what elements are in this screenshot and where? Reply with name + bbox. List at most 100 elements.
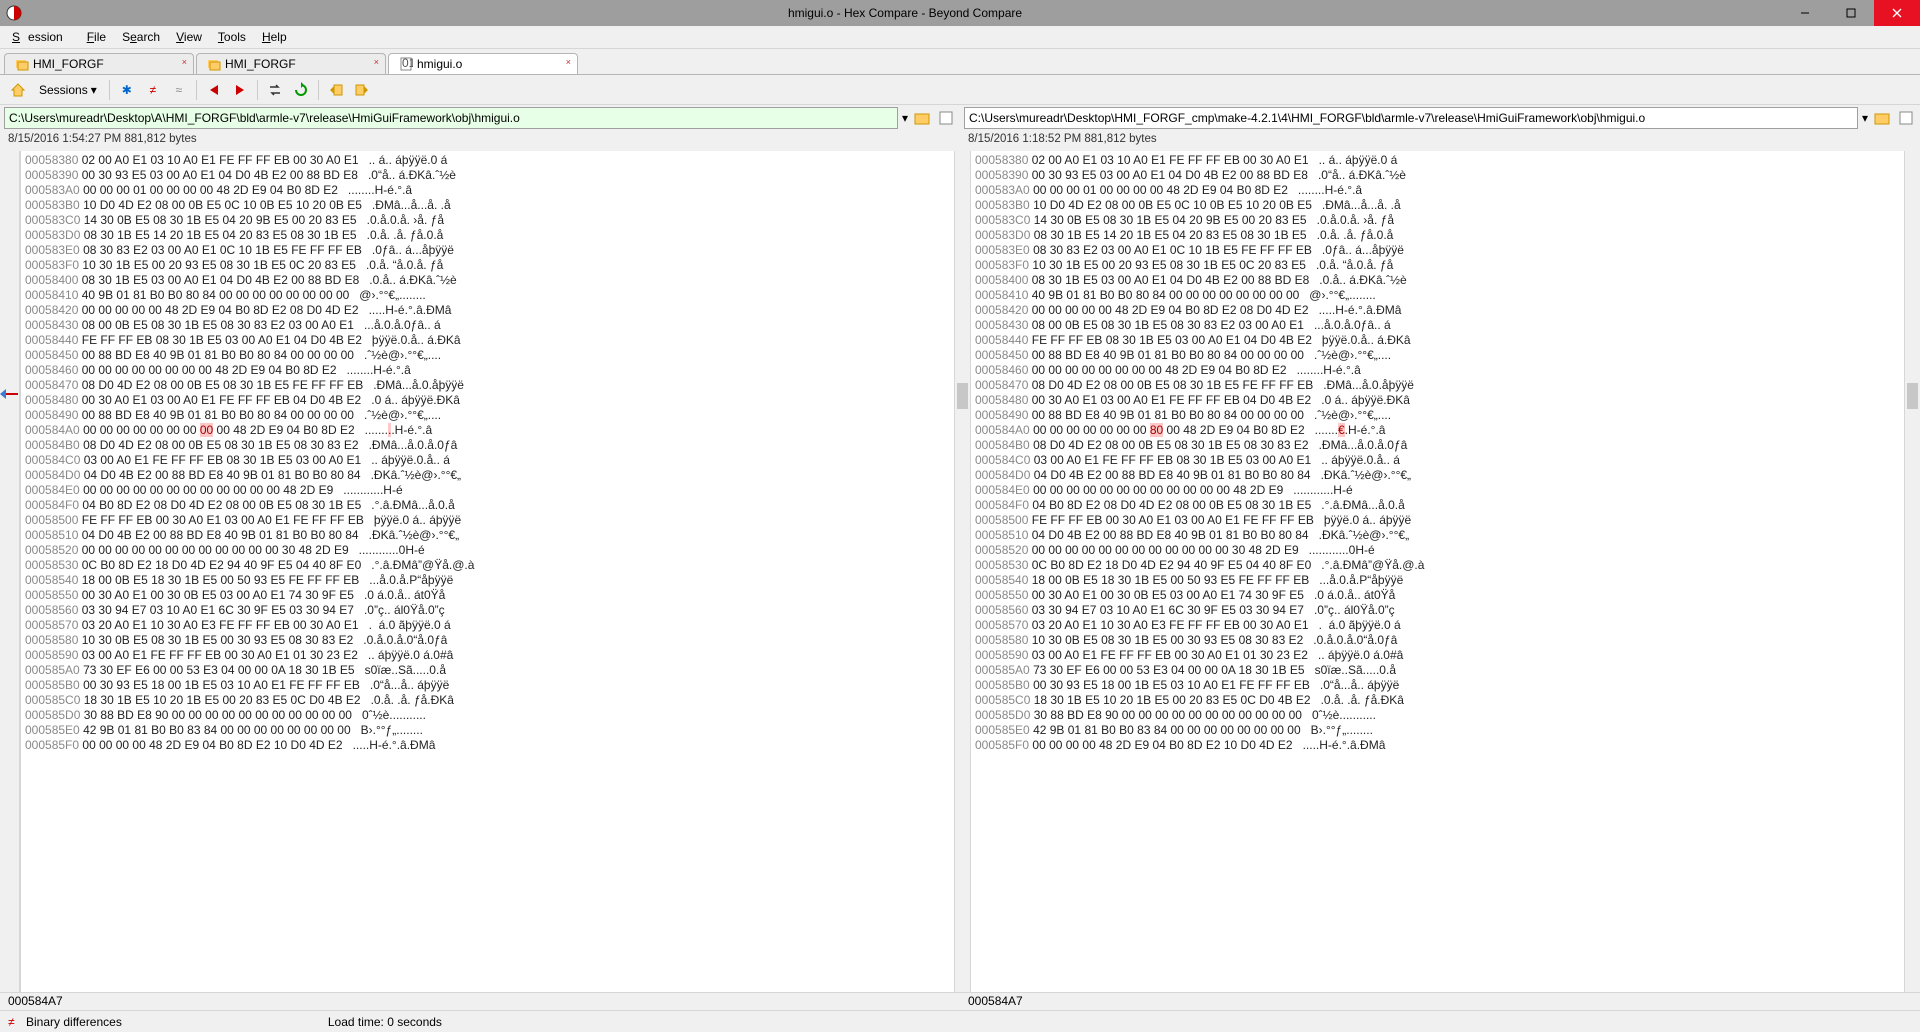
hex-row[interactable]: 00058470 08 D0 4D E2 08 00 0B E5 08 30 1… xyxy=(25,378,966,393)
browse-left-button[interactable] xyxy=(936,108,956,128)
minimize-button[interactable] xyxy=(1782,0,1828,26)
hex-row[interactable]: 000584A0 00 00 00 00 00 00 00 00 00 48 2… xyxy=(25,423,966,438)
copy-to-right-button[interactable] xyxy=(350,78,374,102)
hex-row[interactable]: 00058590 03 00 A0 E1 FE FF FF EB 00 30 A… xyxy=(975,648,1916,663)
hex-row[interactable]: 000583F0 10 30 1B E5 00 20 93 E5 08 30 1… xyxy=(25,258,966,273)
hex-row[interactable]: 00058510 04 D0 4B E2 00 88 BD E8 40 9B 0… xyxy=(25,528,966,543)
hex-row[interactable]: 000585F0 00 00 00 00 48 2D E9 04 B0 8D E… xyxy=(975,738,1916,753)
hex-row[interactable]: 00058540 18 00 0B E5 18 30 1B E5 00 50 9… xyxy=(975,573,1916,588)
hex-row[interactable]: 00058580 10 30 0B E5 08 30 1B E5 00 30 9… xyxy=(25,633,966,648)
reload-button[interactable] xyxy=(289,78,313,102)
hex-row[interactable]: 00058400 08 30 1B E5 03 00 A0 E1 04 D0 4… xyxy=(25,273,966,288)
hex-row[interactable]: 000584B0 08 D0 4D E2 08 00 0B E5 08 30 1… xyxy=(25,438,966,453)
hex-row[interactable]: 00058450 00 88 BD E8 40 9B 01 81 B0 B0 8… xyxy=(25,348,966,363)
hex-row[interactable]: 000583C0 14 30 0B E5 08 30 1B E5 04 20 9… xyxy=(975,213,1916,228)
right-hex-pane[interactable]: 00058380 02 00 A0 E1 03 10 A0 E1 FE FF F… xyxy=(970,151,1920,992)
menu-view[interactable]: View xyxy=(168,27,210,47)
hex-row[interactable]: 000583D0 08 30 1B E5 14 20 1B E5 04 20 8… xyxy=(975,228,1916,243)
copy-to-left-button[interactable] xyxy=(324,78,348,102)
tab-hmigui-o[interactable]: 01 hmigui.o × xyxy=(388,53,578,74)
show-all-button[interactable]: ✱ xyxy=(115,78,139,102)
hex-row[interactable]: 00058560 03 30 94 E7 03 10 A0 E1 6C 30 9… xyxy=(25,603,966,618)
tab-close-icon[interactable]: × xyxy=(374,57,379,67)
hex-row[interactable]: 00058470 08 D0 4D E2 08 00 0B E5 08 30 1… xyxy=(975,378,1916,393)
hex-row[interactable]: 00058450 00 88 BD E8 40 9B 01 81 B0 B0 8… xyxy=(975,348,1916,363)
open-left-button[interactable] xyxy=(912,108,932,128)
home-button[interactable] xyxy=(6,78,30,102)
hex-row[interactable]: 000583A0 00 00 00 01 00 00 00 00 48 2D E… xyxy=(975,183,1916,198)
tab-close-icon[interactable]: × xyxy=(182,57,187,67)
hex-row[interactable]: 00058560 03 30 94 E7 03 10 A0 E1 6C 30 9… xyxy=(975,603,1916,618)
show-diffs-button[interactable]: ≠ xyxy=(141,78,165,102)
hex-row[interactable]: 00058520 00 00 00 00 00 00 00 00 00 00 0… xyxy=(975,543,1916,558)
scrollbar[interactable] xyxy=(954,151,970,992)
hex-row[interactable]: 00058530 0C B0 8D E2 18 D0 4D E2 94 40 9… xyxy=(975,558,1916,573)
hex-row[interactable]: 000585D0 30 88 BD E8 90 00 00 00 00 00 0… xyxy=(25,708,966,723)
hex-row[interactable]: 000584C0 03 00 A0 E1 FE FF FF EB 08 30 1… xyxy=(25,453,966,468)
hex-row[interactable]: 000584E0 00 00 00 00 00 00 00 00 00 00 0… xyxy=(25,483,966,498)
tab-hmi-forgf-1[interactable]: HMI_FORGF × xyxy=(4,53,194,74)
tab-close-icon[interactable]: × xyxy=(566,57,571,67)
hex-row[interactable]: 00058430 08 00 0B E5 08 30 1B E5 08 30 8… xyxy=(25,318,966,333)
hex-row[interactable]: 00058540 18 00 0B E5 18 30 1B E5 00 50 9… xyxy=(25,573,966,588)
hex-row[interactable]: 000585B0 00 30 93 E5 18 00 1B E5 03 10 A… xyxy=(975,678,1916,693)
scrollbar-thumb[interactable] xyxy=(957,383,968,409)
hex-row[interactable]: 000585C0 18 30 1B E5 10 20 1B E5 00 20 8… xyxy=(25,693,966,708)
hex-row[interactable]: 000584D0 04 D0 4B E2 00 88 BD E8 40 9B 0… xyxy=(975,468,1916,483)
hex-row[interactable]: 00058460 00 00 00 00 00 00 00 00 48 2D E… xyxy=(25,363,966,378)
tab-hmi-forgf-2[interactable]: HMI_FORGF × xyxy=(196,53,386,74)
scrollbar[interactable] xyxy=(1904,151,1920,992)
hex-row[interactable]: 000585A0 73 30 EF E6 00 00 53 E3 04 00 0… xyxy=(975,663,1916,678)
menu-help[interactable]: Help xyxy=(254,27,295,47)
hex-row[interactable]: 000583E0 08 30 83 E2 03 00 A0 E1 0C 10 1… xyxy=(25,243,966,258)
hex-row[interactable]: 000584B0 08 D0 4D E2 08 00 0B E5 08 30 1… xyxy=(975,438,1916,453)
hex-row[interactable]: 000584A0 00 00 00 00 00 00 00 80 00 48 2… xyxy=(975,423,1916,438)
hex-row[interactable]: 00058410 40 9B 01 81 B0 B0 80 84 00 00 0… xyxy=(25,288,966,303)
hex-row[interactable]: 00058510 04 D0 4B E2 00 88 BD E8 40 9B 0… xyxy=(975,528,1916,543)
right-path-input[interactable] xyxy=(964,107,1858,129)
hex-row[interactable]: 000583C0 14 30 0B E5 08 30 1B E5 04 20 9… xyxy=(25,213,966,228)
sessions-dropdown[interactable]: Sessions ▾ xyxy=(32,80,104,100)
left-hex-pane[interactable]: 00058380 02 00 A0 E1 03 10 A0 E1 FE FF F… xyxy=(20,151,970,992)
hex-row[interactable]: 000583F0 10 30 1B E5 00 20 93 E5 08 30 1… xyxy=(975,258,1916,273)
left-path-input[interactable] xyxy=(4,107,898,129)
hex-row[interactable]: 00058580 10 30 0B E5 08 30 1B E5 00 30 9… xyxy=(975,633,1916,648)
show-same-button[interactable]: ≈ xyxy=(167,78,191,102)
hex-row[interactable]: 000585D0 30 88 BD E8 90 00 00 00 00 00 0… xyxy=(975,708,1916,723)
hex-row[interactable]: 00058430 08 00 0B E5 08 30 1B E5 08 30 8… xyxy=(975,318,1916,333)
hex-row[interactable]: 00058570 03 20 A0 E1 10 30 A0 E3 FE FF F… xyxy=(25,618,966,633)
hex-row[interactable]: 00058400 08 30 1B E5 03 00 A0 E1 04 D0 4… xyxy=(975,273,1916,288)
hex-row[interactable]: 00058500 FE FF FF EB 00 30 A0 E1 03 00 A… xyxy=(25,513,966,528)
hex-row[interactable]: 00058570 03 20 A0 E1 10 30 A0 E3 FE FF F… xyxy=(975,618,1916,633)
hex-row[interactable]: 00058460 00 00 00 00 00 00 00 00 48 2D E… xyxy=(975,363,1916,378)
hex-row[interactable]: 00058530 0C B0 8D E2 18 D0 4D E2 94 40 9… xyxy=(25,558,966,573)
right-hex-content[interactable]: 00058380 02 00 A0 E1 03 10 A0 E1 FE FF F… xyxy=(971,151,1920,992)
hex-row[interactable]: 000584C0 03 00 A0 E1 FE FF FF EB 08 30 1… xyxy=(975,453,1916,468)
hex-row[interactable]: 00058490 00 88 BD E8 40 9B 01 81 B0 B0 8… xyxy=(975,408,1916,423)
hex-row[interactable]: 00058490 00 88 BD E8 40 9B 01 81 B0 B0 8… xyxy=(25,408,966,423)
hex-row[interactable]: 000584E0 00 00 00 00 00 00 00 00 00 00 0… xyxy=(975,483,1916,498)
open-right-button[interactable] xyxy=(1872,108,1892,128)
dropdown-icon[interactable]: ▾ xyxy=(1862,111,1868,125)
close-button[interactable] xyxy=(1874,0,1920,26)
hex-row[interactable]: 00058480 00 30 A0 E1 03 00 A0 E1 FE FF F… xyxy=(25,393,966,408)
menu-session[interactable]: Session xyxy=(4,27,79,47)
swap-sides-button[interactable] xyxy=(263,78,287,102)
left-hex-content[interactable]: 00058380 02 00 A0 E1 03 10 A0 E1 FE FF F… xyxy=(21,151,970,992)
hex-row[interactable]: 00058520 00 00 00 00 00 00 00 00 00 00 0… xyxy=(25,543,966,558)
hex-row[interactable]: 00058410 40 9B 01 81 B0 B0 80 84 00 00 0… xyxy=(975,288,1916,303)
hex-row[interactable]: 00058500 FE FF FF EB 00 30 A0 E1 03 00 A… xyxy=(975,513,1916,528)
scrollbar-thumb[interactable] xyxy=(1907,383,1918,409)
hex-row[interactable]: 00058440 FE FF FF EB 08 30 1B E5 03 00 A… xyxy=(25,333,966,348)
hex-row[interactable]: 00058390 00 30 93 E5 03 00 A0 E1 04 D0 4… xyxy=(975,168,1916,183)
menu-search[interactable]: Search xyxy=(114,27,168,47)
hex-row[interactable]: 000584D0 04 D0 4B E2 00 88 BD E8 40 9B 0… xyxy=(25,468,966,483)
hex-row[interactable]: 000583B0 10 D0 4D E2 08 00 0B E5 0C 10 0… xyxy=(25,198,966,213)
hex-row[interactable]: 000584F0 04 B0 8D E2 08 D0 4D E2 08 00 0… xyxy=(25,498,966,513)
hex-row[interactable]: 00058550 00 30 A0 E1 00 30 0B E5 03 00 A… xyxy=(25,588,966,603)
hex-row[interactable]: 000585B0 00 30 93 E5 18 00 1B E5 03 10 A… xyxy=(25,678,966,693)
hex-row[interactable]: 000583B0 10 D0 4D E2 08 00 0B E5 0C 10 0… xyxy=(975,198,1916,213)
hex-row[interactable]: 00058550 00 30 A0 E1 00 30 0B E5 03 00 A… xyxy=(975,588,1916,603)
browse-right-button[interactable] xyxy=(1896,108,1916,128)
maximize-button[interactable] xyxy=(1828,0,1874,26)
